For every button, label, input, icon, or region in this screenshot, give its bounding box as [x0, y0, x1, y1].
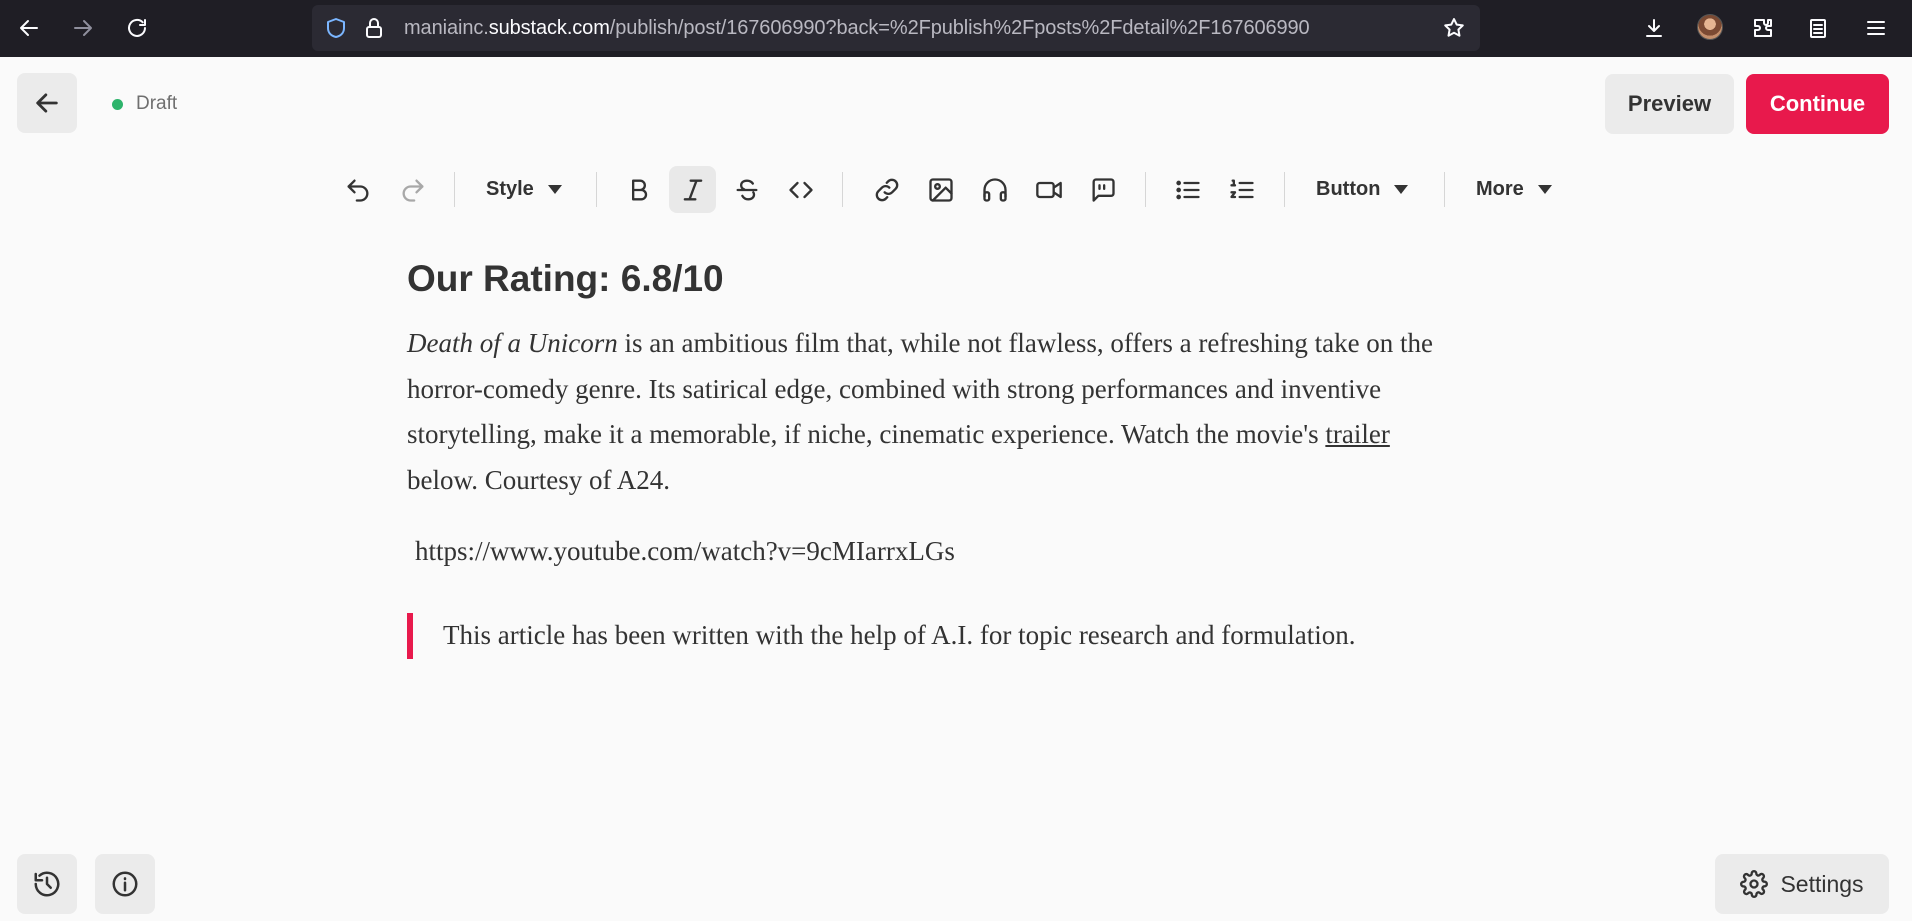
browser-toolbar: maniainc.substack.com/publish/post/16760…: [0, 0, 1912, 57]
caret-down-icon: [1394, 185, 1409, 194]
status-label: Draft: [136, 93, 178, 114]
bookmark-star-icon[interactable]: [1442, 16, 1466, 40]
gear-icon: [1740, 870, 1769, 898]
caret-down-icon: [1537, 185, 1552, 194]
arrow-left-icon: [36, 93, 58, 113]
paragraph-end: below. Courtesy of A24.: [407, 464, 670, 495]
info-button[interactable]: [95, 854, 155, 914]
redo-icon[interactable]: [389, 166, 436, 213]
link-icon[interactable]: [863, 166, 910, 213]
pull-quote-icon[interactable]: [1079, 166, 1126, 213]
post-editor[interactable]: Our Rating: 6.8/10 Death of a Unicorn is…: [407, 250, 1457, 573]
url-host: substack.com: [488, 17, 610, 39]
preview-button[interactable]: Preview: [1605, 74, 1734, 134]
browser-forward-icon[interactable]: [65, 10, 101, 46]
history-icon: [34, 871, 60, 897]
version-history-button[interactable]: [17, 854, 77, 914]
rating-heading[interactable]: Our Rating: 6.8/10: [407, 250, 1457, 308]
italic-icon[interactable]: [669, 166, 716, 213]
bold-icon[interactable]: [615, 166, 662, 213]
extensions-icon[interactable]: [1745, 10, 1781, 46]
info-icon: [112, 871, 138, 897]
reader-view-icon[interactable]: [1800, 10, 1836, 46]
button-dropdown-label: Button: [1316, 178, 1381, 200]
back-button[interactable]: [17, 73, 77, 133]
toolbar-divider: [1284, 172, 1285, 207]
menu-icon[interactable]: [1858, 10, 1894, 46]
toolbar-divider: [1145, 172, 1146, 207]
reload-icon[interactable]: [119, 10, 155, 46]
youtube-url[interactable]: https://www.youtube.com/watch?v=9cMIarrx…: [407, 529, 1457, 573]
undo-icon[interactable]: [334, 166, 381, 213]
url-text[interactable]: maniainc.substack.com/publish/post/16760…: [404, 17, 1310, 40]
status-dot: [112, 98, 123, 110]
caret-down-icon: [547, 185, 562, 194]
tracking-shield-icon[interactable]: [324, 16, 348, 40]
address-bar[interactable]: maniainc.substack.com/publish/post/16760…: [312, 5, 1480, 51]
code-icon[interactable]: [777, 166, 824, 213]
numbered-list-icon[interactable]: [1218, 166, 1265, 213]
settings-button[interactable]: Settings: [1715, 854, 1889, 914]
browser-back-icon[interactable]: [11, 10, 47, 46]
url-prefix: maniainc.: [404, 17, 489, 39]
toolbar-divider: [454, 172, 455, 207]
video-icon[interactable]: [1025, 166, 1072, 213]
film-title: Death of a Unicorn: [407, 328, 618, 358]
draft-status: Draft: [112, 93, 177, 115]
toolbar-divider: [596, 172, 597, 207]
url-path: /publish/post/167606990?back=%2Fpublish%…: [609, 17, 1310, 39]
toolbar-divider: [842, 172, 843, 207]
settings-label: Settings: [1780, 870, 1864, 897]
button-dropdown[interactable]: Button: [1316, 166, 1409, 213]
strikethrough-icon[interactable]: [723, 166, 770, 213]
audio-icon[interactable]: [971, 166, 1018, 213]
downloads-icon[interactable]: [1636, 10, 1672, 46]
style-dropdown-label: Style: [486, 178, 534, 200]
trailer-link[interactable]: trailer: [1325, 419, 1389, 449]
toolbar-divider: [1444, 172, 1445, 207]
review-paragraph[interactable]: Death of a Unicorn is an ambitious film …: [407, 321, 1457, 503]
account-avatar[interactable]: [1697, 14, 1723, 40]
bullet-list-icon[interactable]: [1164, 166, 1211, 213]
style-dropdown[interactable]: Style: [486, 166, 562, 213]
image-icon[interactable]: [917, 166, 964, 213]
more-dropdown-label: More: [1476, 178, 1524, 200]
lock-icon[interactable]: [362, 16, 386, 40]
continue-button[interactable]: Continue: [1746, 74, 1889, 134]
more-dropdown[interactable]: More: [1476, 166, 1552, 213]
blockquote[interactable]: This article has been written with the h…: [407, 613, 1437, 659]
